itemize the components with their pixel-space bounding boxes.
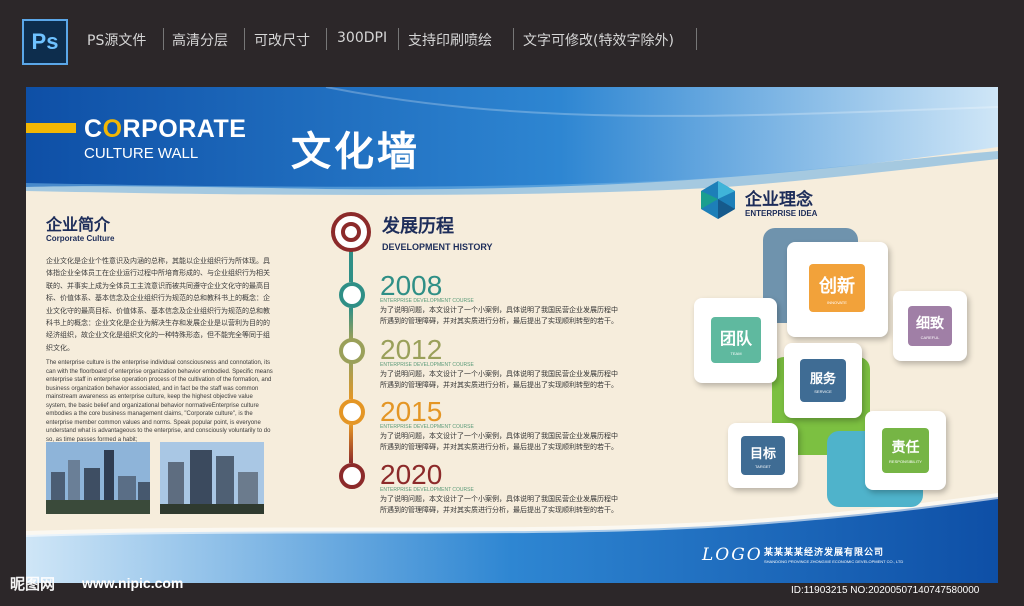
- company-name: 某某某某经济发展有限公司: [764, 548, 885, 558]
- intro-subtitle: Corporate Culture: [46, 234, 115, 243]
- watermark-site-name: 昵图网: [10, 575, 56, 593]
- idea-title: 企业理念: [745, 190, 813, 210]
- tile-innovate: 创新 INNOVATE: [787, 242, 888, 337]
- tile-team-sublabel: TEAM: [730, 350, 742, 356]
- tile-service-face: 服务 SERVICE: [800, 359, 846, 402]
- tile-target-face: 目标 TARGET: [741, 436, 785, 475]
- intro-en-paragraph: The enterprise culture is the enterprise…: [46, 360, 273, 443]
- tile-careful-face: 细致 CAREFUL: [908, 306, 952, 346]
- tile-service-label: 服务: [809, 371, 836, 387]
- year-2012-subtitle: ENTERPRISE DEVELOPMENT COURSE: [380, 362, 474, 368]
- divider: [513, 28, 514, 50]
- tile-responsibility-label: 责任: [891, 440, 920, 456]
- feature-dpi: 300DPI: [337, 30, 388, 46]
- culture-wall-board: CORPORATE CULTURE WALL 文化墙 企业简介 Corporat…: [26, 87, 998, 583]
- year-2020-subtitle: ENTERPRISE DEVELOPMENT COURSE: [380, 487, 474, 493]
- divider: [163, 28, 164, 50]
- timeline-header-ring: [331, 212, 371, 252]
- intro-title: 企业简介: [46, 215, 111, 234]
- intro-cn-paragraph: 企业文化是企业个性意识及内涵的总称，其能以企业组织行为所体现。具体指企业全体员工…: [46, 257, 270, 352]
- tile-service-sublabel: SERVICE: [814, 388, 832, 394]
- timeline-header-inner-ring: [341, 222, 361, 242]
- tile-careful: 细致 CAREFUL: [893, 291, 967, 361]
- year-2008-subtitle: ENTERPRISE DEVELOPMENT COURSE: [380, 298, 474, 304]
- divider: [326, 28, 327, 50]
- year-2012-description: 为了说明问题，本文设计了一个小案例，具体说明了我国民营企业发展历程中 所遇到的管理…: [380, 370, 618, 389]
- tile-team-face: 团队 TEAM: [711, 317, 761, 363]
- tile-responsibility-face: 责任 RESPONSIBILITY: [882, 428, 929, 473]
- timeline-segment: [349, 247, 353, 282]
- history-subtitle: DEVELOPMENT HISTORY: [382, 242, 493, 252]
- timeline-segment: [349, 425, 353, 463]
- top-bar: Ps PS源文件 高清分层 可改尺寸 300DPI 支持印刷喷绘 文字可修改(特…: [0, 0, 1024, 80]
- timeline-node-2008: [339, 282, 365, 308]
- feature-hd-layers: 高清分层: [172, 33, 228, 49]
- year-2008-description: 为了说明问题，本文设计了一个小案例，具体说明了我国民营企业发展历程中 所遇到的管理…: [380, 306, 618, 325]
- timeline-node-2012: [339, 338, 365, 364]
- timeline-node-2015: [339, 399, 365, 425]
- tile-service: 服务 SERVICE: [784, 343, 862, 418]
- tile-target-label: 目标: [749, 446, 776, 462]
- tile-responsibility: 责任 RESPONSIBILITY: [865, 411, 946, 490]
- tile-careful-sublabel: CAREFUL: [920, 334, 940, 340]
- tile-innovate-face: 创新 INNOVATE: [809, 264, 865, 312]
- timeline-segment: [349, 363, 353, 399]
- tile-responsibility-sublabel: RESPONSIBILITY: [889, 459, 922, 464]
- culture-wall-heading: CULTURE WALL: [84, 145, 199, 162]
- gem-icon: [701, 181, 735, 219]
- divider: [398, 28, 399, 50]
- city-photo-1: [46, 442, 150, 514]
- timeline-segment: [349, 308, 353, 339]
- logo-text: LOGO: [702, 545, 763, 565]
- feature-editable-text: 文字可修改(特效字除外): [523, 33, 674, 49]
- watermark-url: www.nipic.com: [82, 575, 184, 591]
- tile-target-sublabel: TARGET: [755, 463, 771, 469]
- tile-innovate-sublabel: INNOVATE: [827, 299, 847, 305]
- tile-target: 目标 TARGET: [728, 423, 798, 488]
- year-2015-description: 为了说明问题，本文设计了一个小案例，具体说明了我国民营企业发展历程中 所遇到的管理…: [380, 432, 618, 451]
- year-2020-description: 为了说明问题，本文设计了一个小案例，具体说明了我国民营企业发展历程中 所遇到的管理…: [380, 495, 618, 514]
- corporate-heading: CORPORATE: [84, 115, 247, 143]
- divider: [244, 28, 245, 50]
- history-title: 发展历程: [382, 216, 454, 237]
- watermark-id: ID:11903215 NO:20200507140747580000: [791, 585, 980, 596]
- city-photo-2: [160, 442, 264, 514]
- tile-careful-label: 细致: [916, 315, 944, 332]
- calligraphy-title: 文化墙: [291, 128, 420, 175]
- photoshop-icon: Ps: [22, 19, 68, 65]
- company-name-en: SHANDONG PROVINCE ZHONGXIE ECONOMIC DEVE…: [764, 559, 904, 564]
- tile-innovate-label: 创新: [819, 275, 855, 297]
- year-2015-subtitle: ENTERPRISE DEVELOPMENT COURSE: [380, 424, 474, 430]
- accent-bar: [26, 123, 76, 133]
- tile-team-label: 团队: [719, 328, 752, 348]
- timeline-node-2020: [339, 463, 365, 489]
- feature-resizable: 可改尺寸: [254, 33, 310, 49]
- idea-subtitle: ENTERPRISE IDEA: [745, 209, 818, 218]
- feature-print: 支持印刷喷绘: [408, 33, 492, 49]
- tile-team: 团队 TEAM: [694, 298, 777, 383]
- feature-psd: PS源文件: [87, 33, 147, 49]
- divider: [696, 28, 697, 50]
